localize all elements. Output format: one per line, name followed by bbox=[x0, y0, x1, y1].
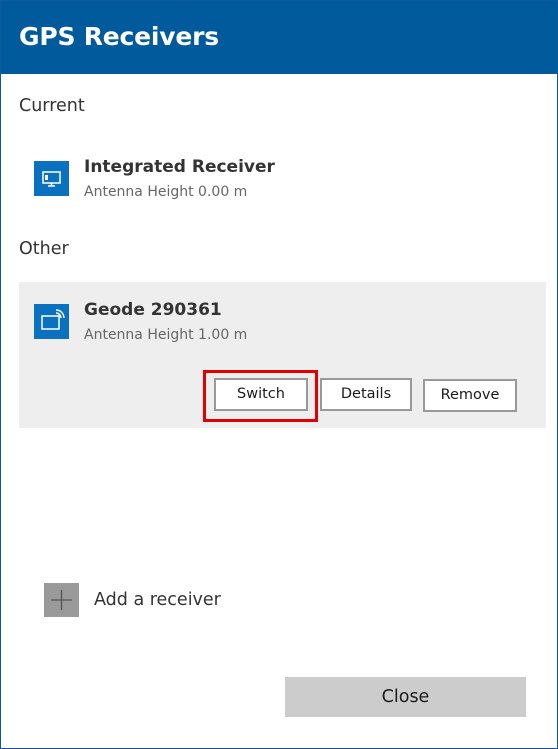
close-button[interactable]: Close bbox=[285, 677, 526, 717]
add-receiver-label: Add a receiver bbox=[94, 590, 221, 610]
switch-button[interactable]: Switch bbox=[214, 378, 308, 411]
details-button[interactable]: Details bbox=[320, 378, 412, 411]
current-receiver-name: Integrated Receiver bbox=[84, 157, 275, 177]
current-receiver-antenna-height: Antenna Height 0.00 m bbox=[84, 184, 248, 200]
dialog-title: GPS Receivers bbox=[19, 22, 219, 51]
other-section-label: Other bbox=[19, 239, 69, 259]
plus-icon bbox=[44, 583, 79, 617]
bluetooth-receiver-icon bbox=[34, 304, 69, 339]
integrated-receiver-icon bbox=[34, 161, 69, 196]
other-receiver-antenna-height: Antenna Height 1.00 m bbox=[84, 327, 248, 343]
other-receiver-name: Geode 290361 bbox=[84, 300, 222, 320]
title-bar: GPS Receivers bbox=[1, 1, 557, 74]
remove-button[interactable]: Remove bbox=[423, 379, 517, 412]
gps-receivers-dialog: GPS Receivers Current Integrated Receive… bbox=[0, 0, 558, 749]
current-section-label: Current bbox=[19, 96, 85, 116]
